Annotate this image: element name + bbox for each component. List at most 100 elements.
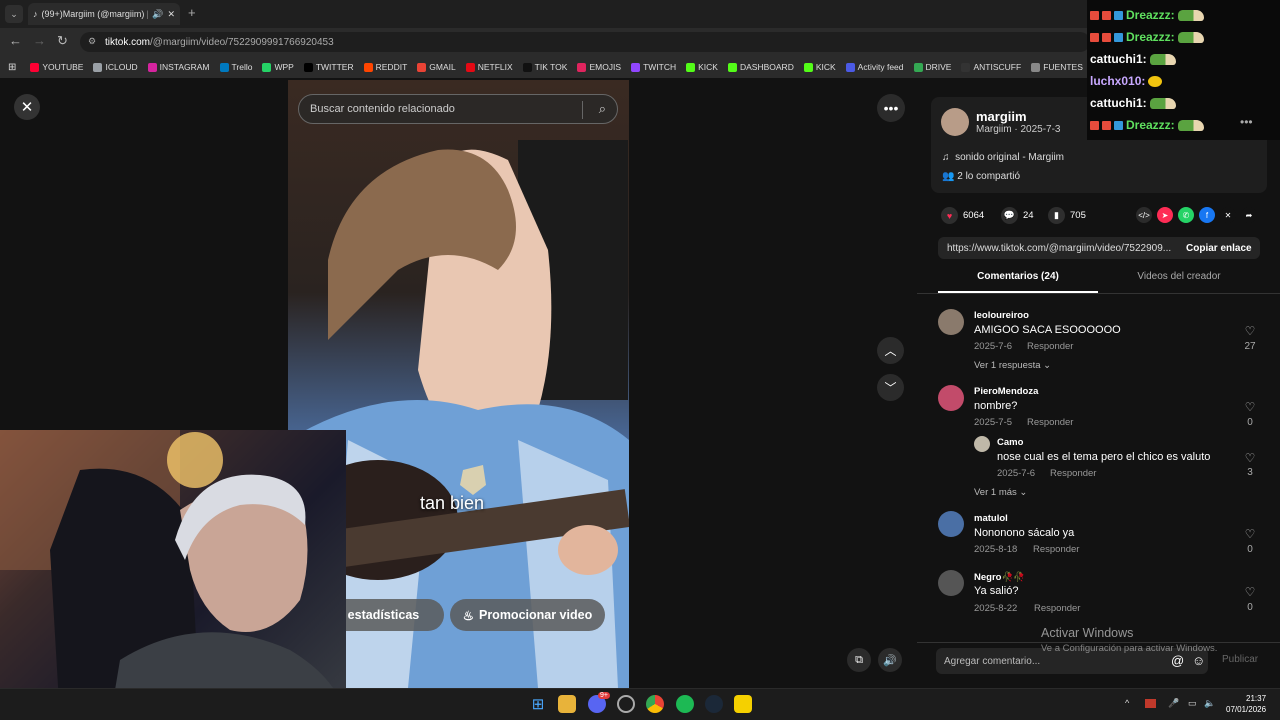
send-icon[interactable]: ➤ (1157, 207, 1173, 223)
tab-search-button[interactable]: ⌄ (5, 5, 23, 23)
steam-icon[interactable] (705, 695, 723, 713)
browser-tab-active[interactable]: ♪ (99+)Margiim (@margiim) | 🔊 ✕ (28, 3, 180, 25)
comment-username[interactable]: leoloureiroo (974, 310, 1029, 321)
chat-username[interactable]: Dreazzz: (1126, 118, 1175, 132)
bookmark-item[interactable]: NETFLIX (465, 62, 513, 72)
tab-comments[interactable]: Comentarios (24) (938, 271, 1098, 282)
windows-start-icon[interactable]: ⊞ (529, 695, 547, 713)
spotify-icon[interactable] (676, 695, 694, 713)
music-row[interactable]: ♫ sonido original - Margiim (942, 152, 1064, 163)
chat-username[interactable]: luchx010: (1090, 74, 1145, 88)
whatsapp-icon[interactable]: ✆ (1178, 207, 1194, 223)
comment-avatar[interactable] (938, 309, 964, 335)
comment-stat[interactable]: 💬 24 (1001, 207, 1034, 224)
reply-button[interactable]: Responder (1033, 544, 1079, 555)
forward-icon[interactable]: → (33, 33, 46, 48)
bookmark-item[interactable]: EMOJIS (577, 62, 621, 72)
reply-button[interactable]: Responder (1027, 417, 1073, 428)
view-more-replies-button[interactable]: Ver 1 más ⌄ (974, 487, 1027, 498)
x-icon[interactable]: ✕ (1220, 207, 1236, 223)
comment-avatar[interactable] (938, 570, 964, 596)
file-explorer-icon[interactable] (558, 695, 576, 713)
chat-username[interactable]: Dreazzz: (1126, 30, 1175, 44)
apps-grid-icon[interactable]: ⊞ (8, 62, 16, 73)
reply-button[interactable]: Responder (1027, 341, 1073, 352)
reply-button[interactable]: Responder (1034, 603, 1080, 614)
embed-icon[interactable]: </> (1136, 207, 1152, 223)
heart-outline-icon[interactable]: ♡ (1243, 451, 1257, 465)
chrome-icon[interactable] (646, 695, 664, 713)
mention-icon[interactable]: @ (1171, 653, 1184, 668)
chat-username[interactable]: cattuchi1: (1090, 52, 1147, 66)
tray-overflow-icon[interactable]: ^ (1125, 698, 1129, 708)
bookmark-item[interactable]: INSTAGRAM (147, 62, 210, 72)
bookmark-item[interactable]: WPP (262, 62, 294, 72)
address-bar[interactable]: tiktok.com/@margiim/video/75229099917669… (80, 32, 1090, 52)
like-stat[interactable]: ♥ 6064 (941, 207, 984, 224)
bookmark-item[interactable]: TWITTER (303, 62, 354, 72)
network-icon[interactable]: ▭ (1188, 698, 1197, 709)
bookmark-item[interactable]: KICK (803, 62, 836, 72)
video-link-url[interactable]: https://www.tiktok.com/@margiim/video/75… (947, 243, 1175, 254)
close-video-button[interactable]: ✕ (14, 94, 40, 120)
comment-avatar[interactable] (938, 385, 964, 411)
heart-outline-icon[interactable]: ♡ (1243, 400, 1257, 414)
chat-more-icon[interactable]: ••• (1240, 115, 1253, 129)
reply-username[interactable]: Camo (997, 437, 1023, 448)
speaker-icon[interactable]: 🔈 (1204, 698, 1215, 709)
author-avatar[interactable] (941, 108, 969, 136)
related-search-input[interactable]: Buscar contenido relacionado ⌕ (298, 94, 618, 124)
author-name[interactable]: margiim (976, 109, 1027, 124)
new-tab-button[interactable]: + (188, 5, 196, 20)
comment-username[interactable]: Negro🥀🥀 (974, 572, 1025, 583)
bookmark-item[interactable]: ANTISCUFF (961, 62, 1021, 72)
reply-avatar[interactable] (974, 436, 990, 452)
copy-link-button[interactable]: Copiar enlace (1186, 243, 1252, 254)
comment-username[interactable]: PieroMendoza (974, 386, 1038, 397)
share-arrow-icon[interactable]: ➦ (1241, 207, 1257, 223)
chat-username[interactable]: Dreazzz: (1126, 8, 1175, 22)
reload-icon[interactable]: ↻ (57, 33, 68, 49)
obs-icon[interactable] (617, 695, 635, 713)
promote-video-button[interactable]: ♨ Promocionar video (450, 599, 605, 631)
pip-icon[interactable]: ⧉ (847, 648, 871, 672)
next-video-button[interactable]: ﹀ (877, 374, 904, 401)
bookmark-item[interactable]: YOUTUBE (30, 62, 83, 72)
search-icon[interactable]: ⌕ (599, 101, 606, 117)
bookmark-item[interactable]: Activity feed (845, 62, 904, 72)
tray-app-icon[interactable] (1145, 699, 1156, 708)
view-replies-button[interactable]: Ver 1 respuesta ⌄ (974, 360, 1051, 371)
tab-audio-icon[interactable]: 🔊 (152, 9, 163, 20)
bookmark-item[interactable]: REDDIT (363, 62, 407, 72)
heart-outline-icon[interactable]: ♡ (1243, 324, 1257, 338)
save-stat[interactable]: ▮ 705 (1048, 207, 1086, 224)
site-info-icon[interactable]: ⚙ (88, 36, 96, 47)
publish-button[interactable]: Publicar (1222, 654, 1258, 665)
bookmark-item[interactable]: TIK TOK (522, 62, 567, 72)
tab-close-icon[interactable]: ✕ (167, 9, 175, 20)
bookmark-item[interactable]: FUENTES (1031, 62, 1083, 72)
bookmark-item[interactable]: GMAIL (417, 62, 456, 72)
back-icon[interactable]: ← (9, 33, 22, 48)
previous-video-button[interactable]: ︿ (877, 337, 904, 364)
bookmark-item[interactable]: Trello (219, 62, 252, 72)
bookmark-item[interactable]: TWITCH (631, 62, 676, 72)
bookmark-item[interactable]: ICLOUD (93, 62, 138, 72)
sticky-notes-icon[interactable] (734, 695, 752, 713)
reply-button[interactable]: Responder (1050, 468, 1096, 479)
shared-row[interactable]: 👥 2 lo compartió (942, 171, 1020, 182)
bookmark-item[interactable]: DRIVE (913, 62, 951, 72)
heart-outline-icon[interactable]: ♡ (1243, 527, 1257, 541)
emoji-icon[interactable]: ☺ (1192, 653, 1205, 668)
facebook-icon[interactable]: f (1199, 207, 1215, 223)
bookmark-item[interactable]: KICK (686, 62, 718, 72)
volume-icon[interactable]: 🔊 (878, 648, 902, 672)
tab-creator-videos[interactable]: Videos del creador (1100, 271, 1258, 282)
bookmark-item[interactable]: DASHBOARD (727, 62, 794, 72)
comment-username[interactable]: matulol (974, 513, 1008, 524)
comment-avatar[interactable] (938, 511, 964, 537)
chat-username[interactable]: cattuchi1: (1090, 96, 1147, 110)
heart-outline-icon[interactable]: ♡ (1243, 585, 1257, 599)
microphone-icon[interactable]: 🎤 (1168, 698, 1179, 709)
taskbar-clock[interactable]: 21:37 07/01/2026 (1226, 693, 1266, 715)
